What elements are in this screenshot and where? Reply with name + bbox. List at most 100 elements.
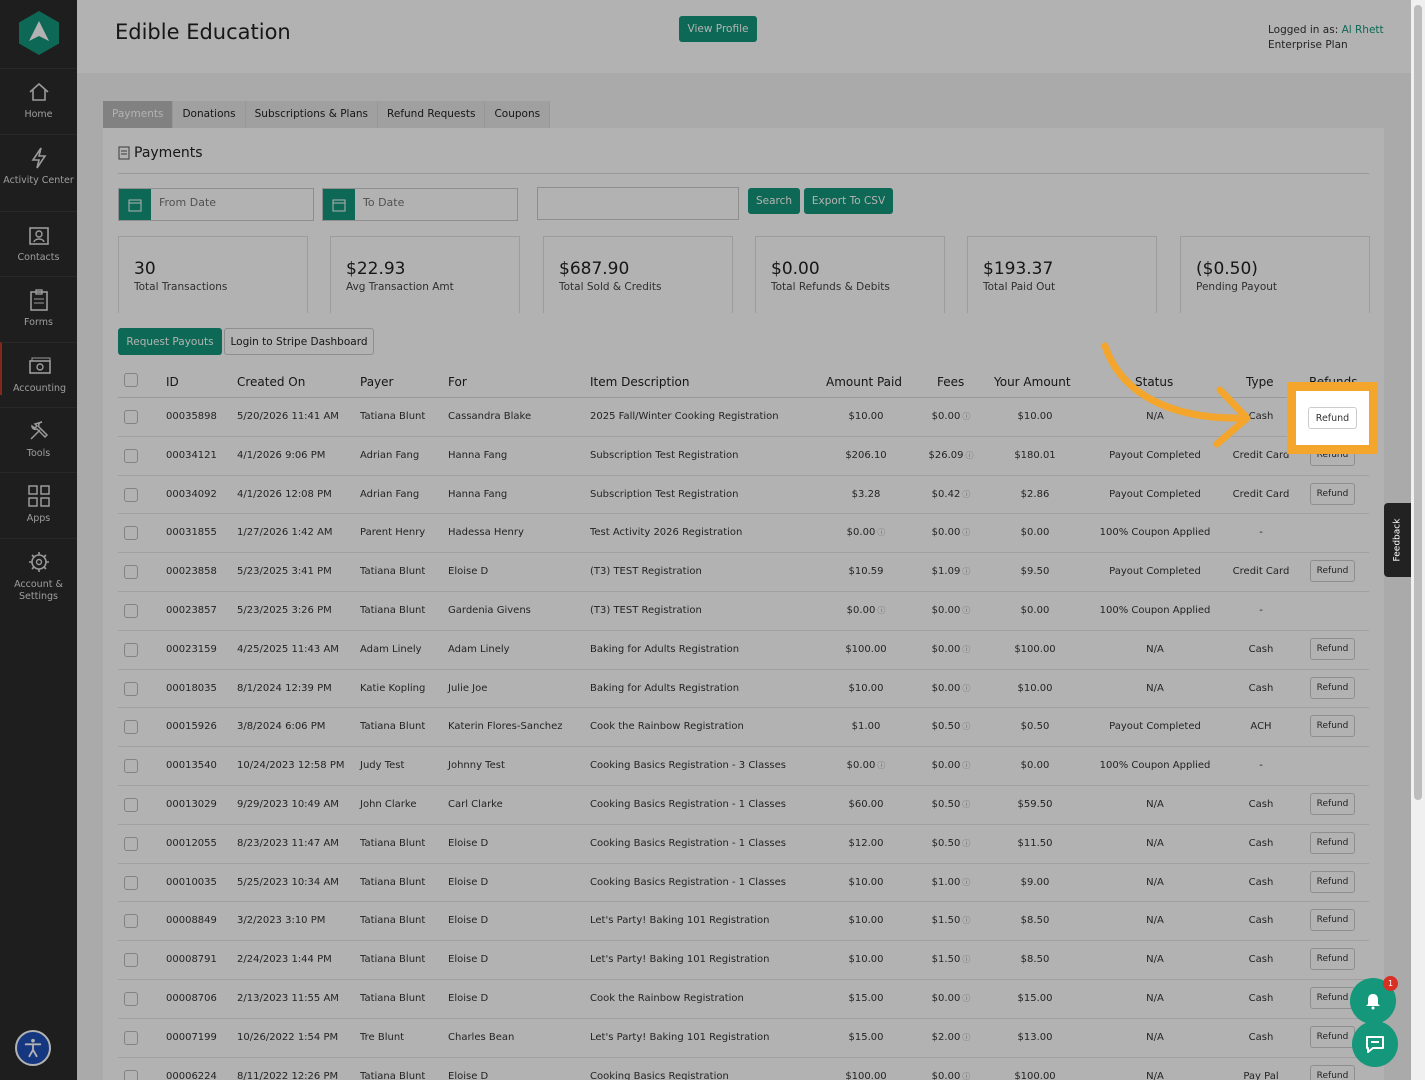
from-date-input[interactable]: [159, 196, 309, 209]
info-icon[interactable]: ⓘ: [962, 994, 970, 1003]
select-all-checkbox[interactable]: [124, 373, 138, 387]
accessibility-icon[interactable]: [15, 1030, 51, 1066]
row-checkbox[interactable]: [124, 836, 138, 851]
refund-button[interactable]: Refund: [1310, 1064, 1355, 1080]
row-checkbox[interactable]: [124, 797, 138, 812]
table-row[interactable]: 00008706 2/13/2023 11:55 AM Tatiana Blunt E…: [118, 980, 1369, 1019]
sidebar-item-activity-center[interactable]: Activity Center: [0, 134, 77, 187]
table-row[interactable]: 00013029 9/29/2023 10:49 AM John Clarke Car…: [118, 786, 1369, 825]
col-for[interactable]: For: [448, 375, 467, 389]
sidebar-item-account-settings[interactable]: Account & Settings: [0, 538, 77, 603]
table-row[interactable]: 00012055 8/23/2023 11:47 AM Tatiana Blunt E…: [118, 825, 1369, 864]
table-row[interactable]: 00008849 3/2/2023 3:10 PM Tatiana Blunt Elo…: [118, 902, 1369, 942]
sidebar-item-tools[interactable]: Tools: [0, 407, 77, 460]
info-icon[interactable]: ⓘ: [962, 490, 970, 499]
col-fees[interactable]: Fees: [937, 375, 964, 389]
info-icon[interactable]: ⓘ: [962, 722, 970, 731]
row-checkbox[interactable]: [124, 603, 138, 618]
info-icon[interactable]: ⓘ: [962, 916, 970, 925]
calendar-icon[interactable]: [323, 189, 355, 220]
table-row[interactable]: 00034092 4/1/2026 12:08 PM Adrian Fang Hann…: [118, 476, 1369, 515]
refund-button[interactable]: Refund: [1310, 560, 1355, 583]
request-payouts-button[interactable]: Request Payouts: [118, 328, 222, 355]
refund-button[interactable]: Refund: [1310, 909, 1355, 932]
info-icon[interactable]: ⓘ: [877, 761, 885, 770]
table-row[interactable]: 00010035 5/25/2023 10:34 AM Tatiana Blunt E…: [118, 864, 1369, 903]
info-icon[interactable]: ⓘ: [962, 761, 970, 770]
view-profile-button[interactable]: View Profile: [679, 16, 757, 42]
info-icon[interactable]: ⓘ: [962, 878, 970, 887]
notifications-button[interactable]: 1: [1350, 976, 1398, 1024]
info-icon[interactable]: ⓘ: [962, 567, 970, 576]
col-amount-paid[interactable]: Amount Paid: [826, 375, 902, 389]
to-date-input[interactable]: [363, 196, 513, 209]
row-checkbox[interactable]: [124, 448, 138, 463]
info-icon[interactable]: ⓘ: [877, 606, 885, 615]
row-checkbox[interactable]: [124, 642, 138, 657]
tab-donations[interactable]: Donations: [173, 101, 246, 128]
col-your-amount[interactable]: Your Amount: [994, 375, 1071, 389]
table-row[interactable]: 00023858 5/23/2025 3:41 PM Tatiana Blunt El…: [118, 553, 1369, 592]
table-row[interactable]: 00023159 4/25/2025 11:43 AM Adam Linely Ada…: [118, 631, 1369, 670]
from-date-field[interactable]: [118, 188, 314, 221]
sidebar-item-apps[interactable]: Apps: [0, 472, 77, 525]
calendar-icon[interactable]: [119, 189, 151, 220]
table-row[interactable]: 00008791 2/24/2023 1:44 PM Tatiana Blunt El…: [118, 941, 1369, 980]
refund-button[interactable]: Refund: [1310, 482, 1355, 505]
info-icon[interactable]: ⓘ: [962, 800, 970, 809]
col-item-description[interactable]: Item Description: [590, 375, 689, 389]
refund-button[interactable]: Refund: [1310, 948, 1355, 971]
table-row[interactable]: 00006224 8/11/2022 12:26 PM Tatiana Blunt E…: [118, 1058, 1369, 1080]
search-button[interactable]: Search: [748, 188, 800, 214]
table-row[interactable]: 00031855 1/27/2026 1:42 AM Parent Henry Had…: [118, 514, 1369, 554]
row-checkbox[interactable]: [124, 681, 138, 696]
tab-subscriptions-plans[interactable]: Subscriptions & Plans: [245, 101, 379, 128]
table-row[interactable]: 00007199 10/26/2022 1:54 PM Tre Blunt Charl…: [118, 1019, 1369, 1058]
row-checkbox[interactable]: [124, 953, 138, 968]
sidebar-item-contacts[interactable]: Contacts: [0, 211, 77, 264]
info-icon[interactable]: ⓘ: [962, 645, 970, 654]
tab-refund-requests[interactable]: Refund Requests: [378, 101, 486, 128]
info-icon[interactable]: ⓘ: [962, 839, 970, 848]
to-date-field[interactable]: [322, 188, 518, 221]
stripe-dashboard-button[interactable]: Login to Stripe Dashboard: [224, 328, 374, 355]
tab-payments[interactable]: Payments: [103, 101, 174, 128]
info-icon[interactable]: ⓘ: [962, 684, 970, 693]
info-icon[interactable]: ⓘ: [962, 1033, 970, 1042]
search-input[interactable]: [537, 187, 739, 220]
refund-button[interactable]: Refund: [1310, 986, 1355, 1009]
info-icon[interactable]: ⓘ: [962, 1072, 970, 1080]
row-checkbox[interactable]: [124, 1069, 138, 1080]
page-scrollbar[interactable]: [1411, 0, 1425, 1080]
row-checkbox[interactable]: [124, 991, 138, 1006]
table-row[interactable]: 00023857 5/23/2025 3:26 PM Tatiana Blunt Ga…: [118, 592, 1369, 631]
app-logo[interactable]: [18, 10, 60, 56]
sidebar-item-accounting[interactable]: Accounting: [0, 342, 77, 395]
user-name-link[interactable]: Al Rhett: [1342, 24, 1384, 36]
row-checkbox[interactable]: [124, 565, 138, 580]
info-icon[interactable]: ⓘ: [877, 528, 885, 537]
col-payer[interactable]: Payer: [360, 375, 393, 389]
refund-button[interactable]: Refund: [1310, 792, 1355, 815]
row-checkbox[interactable]: [124, 526, 138, 541]
col-id[interactable]: ID: [166, 375, 179, 389]
row-checkbox[interactable]: [124, 759, 138, 774]
feedback-tab[interactable]: Feedback: [1384, 503, 1411, 577]
info-icon[interactable]: ⓘ: [966, 451, 974, 460]
row-checkbox[interactable]: [124, 1030, 138, 1045]
chat-button[interactable]: [1352, 1021, 1398, 1067]
table-row[interactable]: 00018035 8/1/2024 12:39 PM Katie Kopling Ju…: [118, 670, 1369, 709]
sidebar-item-forms[interactable]: Forms: [0, 276, 77, 329]
row-checkbox[interactable]: [124, 720, 138, 735]
refund-button[interactable]: Refund: [1310, 637, 1355, 660]
row-checkbox[interactable]: [124, 914, 138, 929]
tab-coupons[interactable]: Coupons: [485, 101, 551, 128]
refund-button[interactable]: Refund: [1310, 831, 1355, 854]
refund-button[interactable]: Refund: [1310, 676, 1355, 699]
info-icon[interactable]: ⓘ: [962, 412, 970, 421]
refund-button[interactable]: Refund: [1310, 870, 1355, 893]
refund-button[interactable]: Refund: [1310, 715, 1355, 738]
export-csv-button[interactable]: Export To CSV: [804, 188, 893, 214]
sidebar-item-home[interactable]: Home: [0, 68, 77, 121]
row-checkbox[interactable]: [124, 410, 138, 424]
